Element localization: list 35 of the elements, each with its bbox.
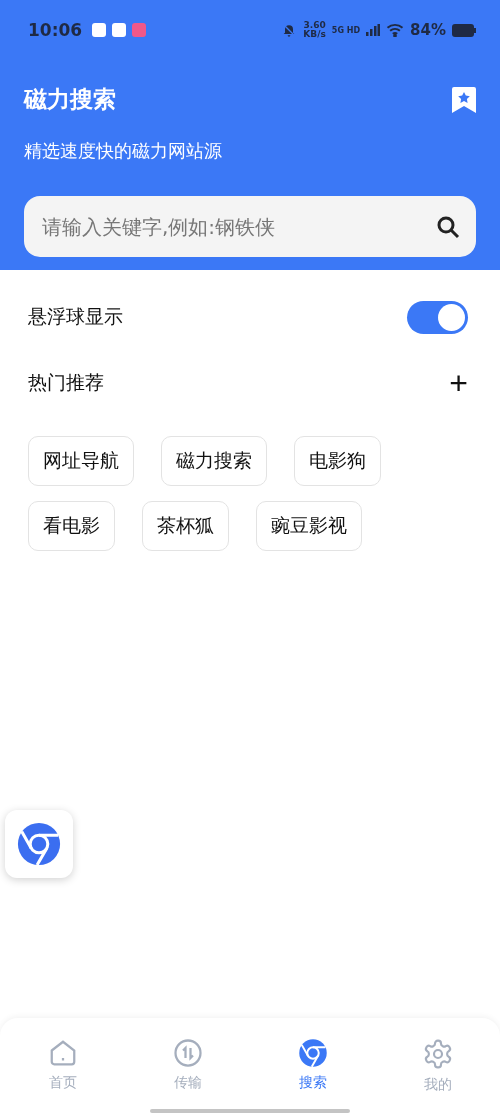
tag-chip[interactable]: 磁力搜索 xyxy=(161,436,267,486)
network-type: 5G HD xyxy=(331,25,361,35)
app-notification-icon xyxy=(92,23,107,37)
bell-off-icon xyxy=(281,22,298,38)
nav-label: 搜索 xyxy=(298,1074,327,1092)
page-subtitle: 精选速度快的磁力网站源 xyxy=(24,139,223,163)
battery-percent: 84% xyxy=(410,21,446,39)
wifi-icon xyxy=(386,23,405,37)
search-icon[interactable] xyxy=(436,214,460,239)
aperture-icon xyxy=(297,1038,328,1068)
float-ball-switch[interactable] xyxy=(407,300,468,334)
app-notification-icon xyxy=(112,23,127,37)
page-title: 磁力搜索 xyxy=(24,85,116,114)
add-button[interactable]: + xyxy=(449,367,468,399)
network-speed: 3.60 xyxy=(303,21,326,30)
speed-unit: KB/s xyxy=(303,30,326,39)
battery-icon xyxy=(452,23,476,37)
transfer-icon xyxy=(172,1038,203,1068)
nav-label: 我的 xyxy=(423,1076,452,1094)
float-ball-label: 悬浮球显示 xyxy=(28,304,123,329)
aperture-icon xyxy=(16,821,62,867)
search-field[interactable]: 请输入关键字,例如:钢铁侠 xyxy=(24,196,476,257)
tag-chip[interactable]: 茶杯狐 xyxy=(142,501,229,551)
search-input[interactable]: 请输入关键字,例如:钢铁侠 xyxy=(40,213,436,240)
signal-icon xyxy=(366,24,381,36)
status-time: 10:06 xyxy=(28,20,83,40)
tag-chip[interactable]: 看电影 xyxy=(28,501,115,551)
tag-chip[interactable]: 豌豆影视 xyxy=(256,501,362,551)
tag-chip[interactable]: 电影狗 xyxy=(294,436,381,486)
nav-label: 传输 xyxy=(173,1074,202,1092)
section-title: 热门推荐 xyxy=(28,370,104,395)
tag-chip[interactable]: 网址导航 xyxy=(28,436,134,486)
bookmark-icon[interactable] xyxy=(452,86,476,113)
nav-label: 首页 xyxy=(48,1074,77,1092)
app-notification-icon xyxy=(132,23,147,37)
